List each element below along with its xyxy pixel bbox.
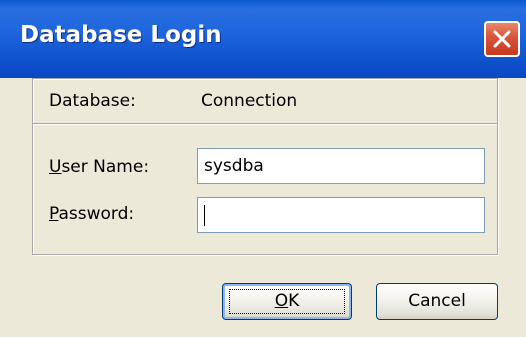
username-field[interactable]: sysdba: [197, 148, 485, 184]
close-button[interactable]: [484, 21, 520, 57]
username-label: User Name:: [49, 157, 149, 177]
title-bar[interactable]: Database Login: [0, 0, 526, 78]
cancel-button[interactable]: Cancel: [376, 283, 498, 320]
password-field[interactable]: [197, 197, 485, 233]
close-icon: [493, 30, 511, 48]
username-value: sysdba: [204, 156, 264, 176]
database-label: Database:: [49, 91, 136, 111]
password-label-text: assword:: [58, 204, 135, 224]
group-divider: [33, 123, 497, 125]
ok-button-focus-rect: [229, 289, 345, 314]
login-group-box: Database: Connection User Name: sysdba P…: [32, 78, 498, 255]
window-title: Database Login: [20, 22, 222, 48]
password-label-mnemonic: P: [49, 204, 59, 224]
username-label-mnemonic: U: [49, 157, 62, 177]
ok-button[interactable]: OK: [222, 283, 352, 320]
password-label: Password:: [49, 204, 134, 224]
cancel-button-label: Cancel: [408, 291, 466, 311]
text-caret: [204, 204, 205, 226]
database-value: Connection: [201, 91, 298, 111]
username-label-text: ser Name:: [61, 157, 150, 177]
database-login-dialog: Database Login Database: Connection User…: [0, 0, 526, 337]
dialog-body: Database: Connection User Name: sysdba P…: [0, 78, 526, 337]
